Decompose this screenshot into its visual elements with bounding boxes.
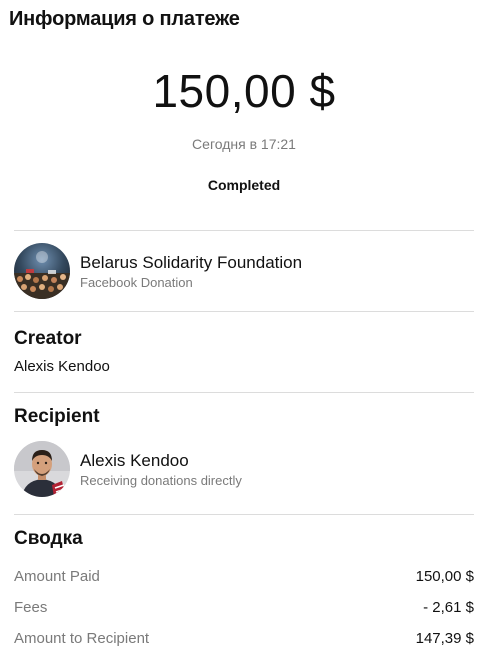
summary-row-fees: Fees - 2,61 $ <box>14 599 474 619</box>
summary-label: Fees <box>14 599 48 616</box>
person-photo-avatar <box>14 441 70 497</box>
summary-value: 150,00 $ <box>415 568 474 585</box>
divider <box>14 311 474 312</box>
divider <box>14 392 474 393</box>
summary-row-amount-to-recipient: Amount to Recipient 147,39 $ <box>14 630 474 650</box>
payment-status: Completed <box>207 177 281 193</box>
page-title: Информация о платеже <box>9 8 240 30</box>
fundraiser-subtitle: Facebook Donation <box>80 275 193 290</box>
creator-name: Alexis Kendoo <box>14 358 110 375</box>
creator-heading: Creator <box>14 328 82 349</box>
payment-timestamp: Сегодня в 17:21 <box>192 136 296 152</box>
crowd-photo-avatar <box>14 243 70 299</box>
divider <box>14 514 474 515</box>
summary-label: Amount to Recipient <box>14 630 150 647</box>
payment-amount: 150,00 $ <box>152 65 336 117</box>
fundraiser-name: Belarus Solidarity Foundation <box>80 253 303 272</box>
summary-value: 147,39 $ <box>415 630 474 647</box>
recipient-name: Alexis Kendoo <box>80 451 189 470</box>
summary-value: - 2,61 $ <box>423 599 474 616</box>
divider <box>14 230 474 231</box>
summary-label: Amount Paid <box>14 568 100 585</box>
summary-heading: Сводка <box>14 528 83 549</box>
recipient-subtitle: Receiving donations directly <box>80 473 242 488</box>
recipient-heading: Recipient <box>14 406 100 427</box>
summary-row-amount-paid: Amount Paid 150,00 $ <box>14 568 474 588</box>
